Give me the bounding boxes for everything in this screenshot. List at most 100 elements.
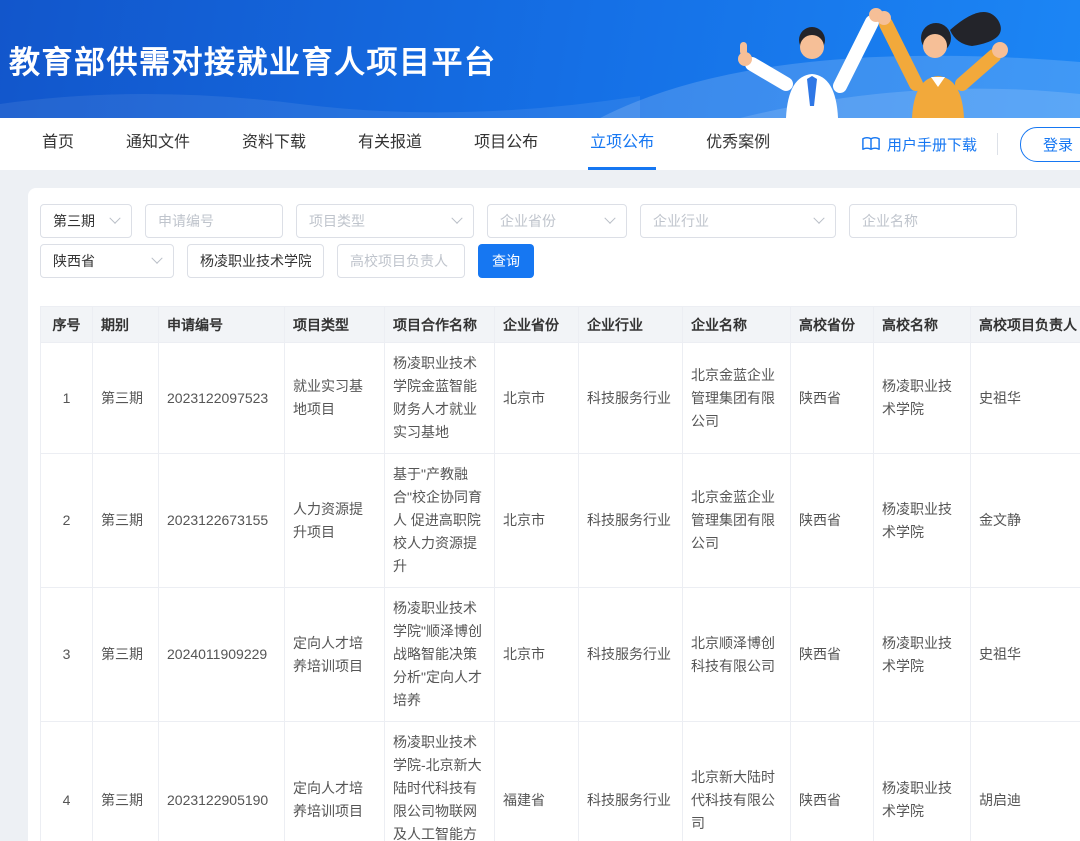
cell-school-province: 陕西省	[791, 722, 874, 841]
cell-apply-no: 2023122097523	[159, 343, 285, 454]
cell-project-type: 就业实习基地项目	[285, 343, 385, 454]
nav-item-notices[interactable]: 通知文件	[124, 118, 192, 170]
cell-company-industry: 科技服务行业	[579, 588, 683, 722]
nav-item-project-publish[interactable]: 项目公布	[472, 118, 540, 170]
cell-school-leader: 史祖华	[971, 588, 1080, 722]
cell-project-name: 杨凌职业技术学院"顺泽博创战略智能决策分析"定向人才培养	[385, 588, 495, 722]
page-background: 第三期 项目类型 企业省份 企业行业 陕西省	[0, 170, 1080, 841]
col-header-company-province: 企业省份	[495, 307, 579, 343]
company-province-placeholder: 企业省份	[500, 211, 556, 231]
cell-apply-no: 2024011909229	[159, 588, 285, 722]
apply-no-input[interactable]	[145, 204, 283, 238]
school-name-input[interactable]	[187, 244, 324, 278]
cell-company-province: 北京市	[495, 343, 579, 454]
cell-index: 3	[41, 588, 93, 722]
nav-item-downloads[interactable]: 资料下载	[240, 118, 308, 170]
cell-school-name: 杨凌职业技术学院	[874, 343, 971, 454]
col-header-company-name: 企业名称	[683, 307, 791, 343]
cell-school-province: 陕西省	[791, 588, 874, 722]
nav-items: 首页 通知文件 资料下载 有关报道 项目公布 立项公布 优秀案例	[40, 118, 772, 170]
cell-company-name: 北京金蓝企业管理集团有限公司	[683, 343, 791, 454]
filter-row-1: 第三期 项目类型 企业省份 企业行业	[40, 204, 1080, 238]
cell-project-type: 定向人才培养培训项目	[285, 588, 385, 722]
cell-company-industry: 科技服务行业	[579, 722, 683, 841]
col-header-index: 序号	[41, 307, 93, 343]
cell-index: 4	[41, 722, 93, 841]
table-header-row: 序号 期别 申请编号 项目类型 项目合作名称 企业省份 企业行业 企业名称 高校…	[41, 307, 1080, 343]
col-header-period: 期别	[93, 307, 159, 343]
nav-item-cases[interactable]: 优秀案例	[704, 118, 772, 170]
cell-school-name: 杨凌职业技术学院	[874, 588, 971, 722]
col-header-school-leader: 高校项目负责人	[971, 307, 1080, 343]
cell-company-province: 北京市	[495, 454, 579, 588]
cell-project-name: 杨凌职业技术学院金蓝智能财务人才就业实习基地	[385, 343, 495, 454]
cell-project-type: 人力资源提升项目	[285, 454, 385, 588]
col-header-school-name: 高校名称	[874, 307, 971, 343]
cell-school-leader: 金文静	[971, 454, 1080, 588]
cell-company-name: 北京金蓝企业管理集团有限公司	[683, 454, 791, 588]
cell-company-industry: 科技服务行业	[579, 343, 683, 454]
login-button[interactable]: 登录	[1020, 127, 1080, 162]
main-nav: 首页 通知文件 资料下载 有关报道 项目公布 立项公布 优秀案例 用户手册下载 …	[0, 118, 1080, 170]
cell-school-name: 杨凌职业技术学院	[874, 722, 971, 841]
content-card: 第三期 项目类型 企业省份 企业行业 陕西省	[28, 188, 1080, 841]
cell-apply-no: 2023122673155	[159, 454, 285, 588]
chevron-down-icon	[109, 213, 120, 224]
nav-item-reports[interactable]: 有关报道	[356, 118, 424, 170]
col-header-project-type: 项目类型	[285, 307, 385, 343]
book-icon	[862, 136, 880, 152]
cell-company-name: 北京顺泽博创科技有限公司	[683, 588, 791, 722]
nav-item-home[interactable]: 首页	[40, 118, 76, 170]
school-province-select[interactable]: 陕西省	[40, 244, 174, 278]
school-leader-input[interactable]	[337, 244, 465, 278]
hero-banner: 教育部供需对接就业育人项目平台	[0, 0, 1080, 118]
cell-company-name: 北京新大陆时代科技有限公司	[683, 722, 791, 841]
cell-company-industry: 科技服务行业	[579, 454, 683, 588]
company-industry-select[interactable]: 企业行业	[640, 204, 836, 238]
col-header-school-province: 高校省份	[791, 307, 874, 343]
cell-period: 第三期	[93, 454, 159, 588]
cell-period: 第三期	[93, 722, 159, 841]
results-table-wrap: 序号 期别 申请编号 项目类型 项目合作名称 企业省份 企业行业 企业名称 高校…	[40, 306, 1080, 841]
cell-company-province: 福建省	[495, 722, 579, 841]
cell-period: 第三期	[93, 588, 159, 722]
cell-project-type: 定向人才培养培训项目	[285, 722, 385, 841]
cell-school-province: 陕西省	[791, 343, 874, 454]
table-row: 3 第三期 2024011909229 定向人才培养培训项目 杨凌职业技术学院"…	[41, 588, 1080, 722]
period-select[interactable]: 第三期	[40, 204, 132, 238]
cell-school-leader: 胡启迪	[971, 722, 1080, 841]
chevron-down-icon	[604, 213, 615, 224]
table-row: 2 第三期 2023122673155 人力资源提升项目 基于"产教融合"校企协…	[41, 454, 1080, 588]
chevron-down-icon	[151, 253, 162, 264]
nav-item-approval-publish[interactable]: 立项公布	[588, 118, 656, 170]
cell-school-name: 杨凌职业技术学院	[874, 454, 971, 588]
cell-company-province: 北京市	[495, 588, 579, 722]
chevron-down-icon	[451, 213, 462, 224]
table-row: 4 第三期 2023122905190 定向人才培养培训项目 杨凌职业技术学院-…	[41, 722, 1080, 841]
cell-project-name: 杨凌职业技术学院-北京新大陆时代科技有限公司物联网及人工智能方向人才培养	[385, 722, 495, 841]
period-select-value: 第三期	[53, 211, 95, 231]
cell-apply-no: 2023122905190	[159, 722, 285, 841]
nav-right: 用户手册下载 登录	[862, 118, 1080, 170]
cell-period: 第三期	[93, 343, 159, 454]
results-table: 序号 期别 申请编号 项目类型 项目合作名称 企业省份 企业行业 企业名称 高校…	[40, 306, 1080, 841]
project-type-select[interactable]: 项目类型	[296, 204, 474, 238]
cell-project-name: 基于"产教融合"校企协同育人 促进高职院校人力资源提升	[385, 454, 495, 588]
company-province-select[interactable]: 企业省份	[487, 204, 627, 238]
chevron-down-icon	[813, 213, 824, 224]
divider	[997, 133, 998, 155]
page-title: 教育部供需对接就业育人项目平台	[9, 0, 497, 118]
cell-school-leader: 史祖华	[971, 343, 1080, 454]
search-button[interactable]: 查询	[478, 244, 534, 278]
col-header-apply-no: 申请编号	[159, 307, 285, 343]
company-industry-placeholder: 企业行业	[653, 211, 709, 231]
cell-school-province: 陕西省	[791, 454, 874, 588]
project-type-placeholder: 项目类型	[309, 211, 365, 231]
cell-index: 2	[41, 454, 93, 588]
company-name-input[interactable]	[849, 204, 1017, 238]
filter-row-2: 陕西省 查询	[40, 244, 1080, 278]
cell-index: 1	[41, 343, 93, 454]
user-manual-label: 用户手册下载	[887, 134, 977, 155]
col-header-company-industry: 企业行业	[579, 307, 683, 343]
user-manual-download-link[interactable]: 用户手册下载	[862, 134, 977, 155]
